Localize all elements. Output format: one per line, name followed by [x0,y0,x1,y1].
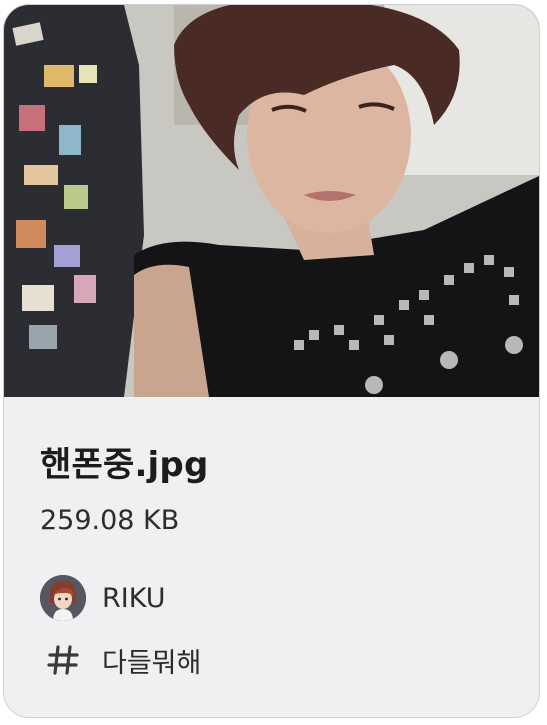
file-size: 259.08 KB [40,505,180,536]
photo-preview [4,5,539,397]
uploader-name[interactable]: RIKU [102,583,165,614]
uploader-row[interactable]: RIKU [40,575,165,621]
file-info-panel: 핸폰중.jpg 259.08 KB RIKU 다들뭐해 [4,397,539,717]
channel-row[interactable]: 다들뭐해 [40,637,201,683]
hash-icon [40,637,86,683]
file-name[interactable]: 핸폰중.jpg [40,437,209,486]
channel-name[interactable]: 다들뭐해 [102,641,201,680]
user-avatar-icon[interactable] [40,575,86,621]
file-attachment-card[interactable]: 핸폰중.jpg 259.08 KB RIKU 다들뭐해 [3,4,540,718]
image-preview[interactable] [4,5,539,397]
